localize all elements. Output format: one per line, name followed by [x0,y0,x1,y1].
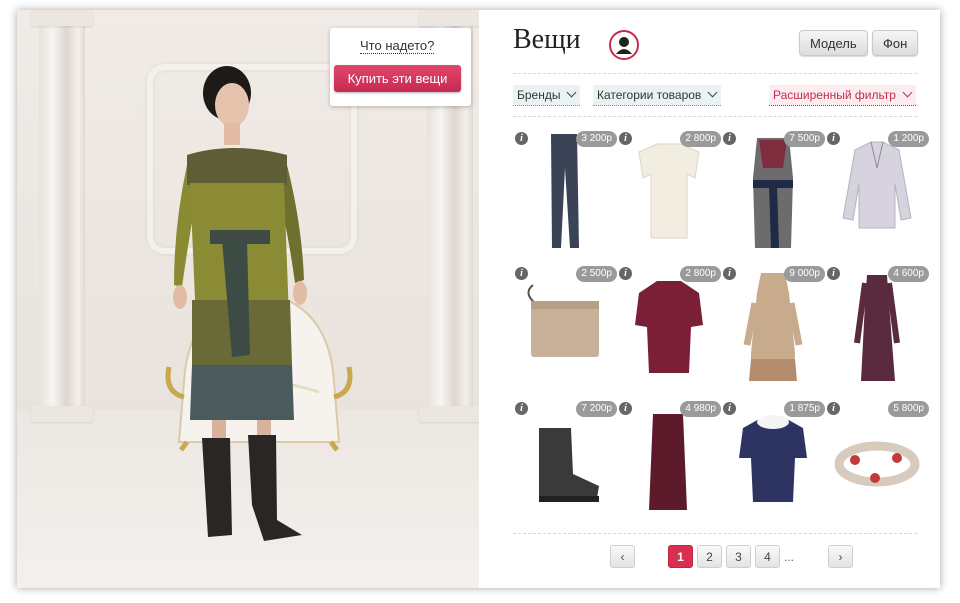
price-badge: 9 000р [784,266,825,282]
product-card[interactable]: i 7 500р [721,128,825,258]
advanced-filter[interactable]: Расширенный фильтр [769,85,916,106]
model-figure [173,66,307,541]
page-title: Вещи [513,24,581,55]
ankle-boot-image [539,428,599,502]
divider [513,73,917,74]
brands-filter-label: Бренды [517,88,561,102]
product-card[interactable]: i 5 800р [825,398,929,528]
divider [513,116,917,117]
wrap-dress-image [753,138,793,248]
info-icon[interactable]: i [619,267,632,280]
product-card[interactable]: i 7 200р [513,398,617,528]
what-is-worn-box: Что надето? Купить эти вещи [330,28,471,106]
right-column-base [419,406,479,422]
chevron-down-icon [567,87,577,98]
price-badge: 2 800р [680,266,721,282]
info-icon[interactable]: i [619,132,632,145]
info-icon[interactable]: i [515,267,528,280]
moto-jacket-image [842,141,912,229]
info-icon[interactable]: i [827,132,840,145]
toggle-model-button[interactable]: Модель [799,30,868,56]
advanced-filter-label: Расширенный фильтр [773,88,896,102]
price-badge: 1 875р [784,401,825,417]
product-card[interactable]: i 3 200р [513,128,617,258]
price-badge: 4 600р [888,266,929,282]
product-card[interactable]: i 4 600р [825,263,929,393]
page-ellipsis: ... [784,550,795,564]
categories-filter-label: Категории товаров [597,88,702,102]
price-badge: 3 200р [576,131,617,147]
maxi-skirt-image [649,414,687,510]
burgundy-top-image [635,281,703,373]
app-frame: Что надето? Купить эти вещи Вещи Модель … [17,10,940,588]
chevron-down-icon [902,87,913,98]
product-card[interactable]: i 4 980р [617,398,721,528]
chevron-down-icon [707,87,718,98]
what-is-worn-link[interactable]: Что надето? [360,38,435,54]
toggle-background-button[interactable]: Фон [872,30,919,56]
price-badge: 5 800р [888,401,929,417]
page-4-button[interactable]: 4 [755,545,780,568]
user-avatar-icon[interactable] [609,30,639,60]
categories-filter[interactable]: Категории товаров [593,85,722,106]
page-1-button[interactable]: 1 [668,545,693,568]
price-badge: 1 200р [888,131,929,147]
product-card[interactable]: i 2 800р [617,128,721,258]
brands-filter[interactable]: Бренды [513,85,581,106]
next-page-button[interactable]: › [828,545,853,568]
divider [513,533,917,534]
clutch-image [527,284,599,357]
page-2-button[interactable]: 2 [697,545,722,568]
info-icon[interactable]: i [827,402,840,415]
model-scene: Что надето? Купить эти вещи [17,10,479,588]
price-badge: 7 500р [784,131,825,147]
left-column-capital [31,10,93,26]
buy-these-items-button[interactable]: Купить эти вещи [334,65,461,92]
price-badge: 4 980р [680,401,721,417]
info-icon[interactable]: i [723,402,736,415]
info-icon[interactable]: i [515,132,528,145]
info-icon[interactable]: i [619,402,632,415]
left-column-base [31,406,93,422]
info-icon[interactable]: i [723,267,736,280]
price-badge: 2 500р [576,266,617,282]
price-badge: 7 200р [576,401,617,417]
blouse-image [638,143,700,239]
knit-dress-image [743,273,803,381]
price-badge: 2 800р [680,131,721,147]
prev-page-button[interactable]: ‹ [610,545,635,568]
product-card[interactable]: i 2 500р [513,263,617,393]
plaid-dress-image [854,275,900,381]
product-card[interactable]: i 1 200р [825,128,929,258]
right-column-capital [419,10,479,26]
collar-blouse-image [739,415,807,502]
product-card[interactable]: i 1 875р [721,398,825,528]
page-3-button[interactable]: 3 [726,545,751,568]
left-column [39,10,85,418]
pagination: ‹ 1 2 3 4 ... › [479,545,940,569]
product-card[interactable]: i 2 800р [617,263,721,393]
jeans-image [551,134,579,248]
info-icon[interactable]: i [723,132,736,145]
info-icon[interactable]: i [827,267,840,280]
bracelet-image [834,441,920,487]
product-card[interactable]: i 9 000р [721,263,825,393]
catalog-panel: Вещи Модель Фон Бренды Категории товаров… [479,10,940,588]
info-icon[interactable]: i [515,402,528,415]
